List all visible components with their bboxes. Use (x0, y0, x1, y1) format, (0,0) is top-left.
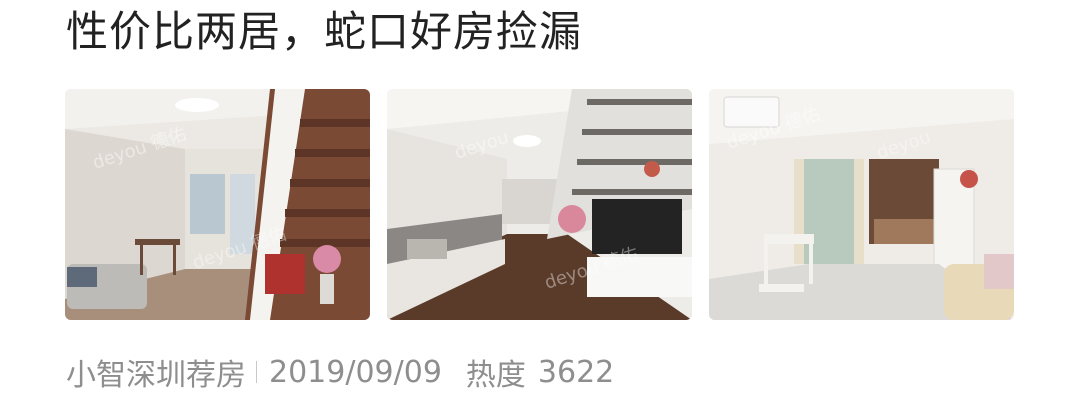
heat-count: 3622 (537, 354, 615, 390)
thumbnail-dining-kitchen[interactable]: deyou 德佑 deyou (709, 89, 1014, 320)
publish-date: 2019/09/09 (269, 354, 442, 390)
article-card[interactable]: 性价比两居，蛇口好房捡漏 deyou 德佑 deyou 德佑 deyou dey… (0, 0, 1078, 400)
image-gallery: deyou 德佑 deyou 德佑 deyou deyou 德佑 deyou 德… (65, 89, 1014, 320)
article-meta: 小智深圳荐房 2019/09/09 热度 3622 (66, 350, 614, 394)
heat-label: 热度 (465, 358, 526, 393)
meta-divider (256, 361, 257, 383)
thumbnail-sofa-tv[interactable]: deyou deyou 德佑 (387, 89, 692, 320)
author-name[interactable]: 小智深圳荐房 (66, 350, 246, 394)
thumbnail-living-room-stairs[interactable]: deyou 德佑 deyou 德佑 (65, 89, 370, 320)
article-title[interactable]: 性价比两居，蛇口好房捡漏 (66, 6, 582, 58)
